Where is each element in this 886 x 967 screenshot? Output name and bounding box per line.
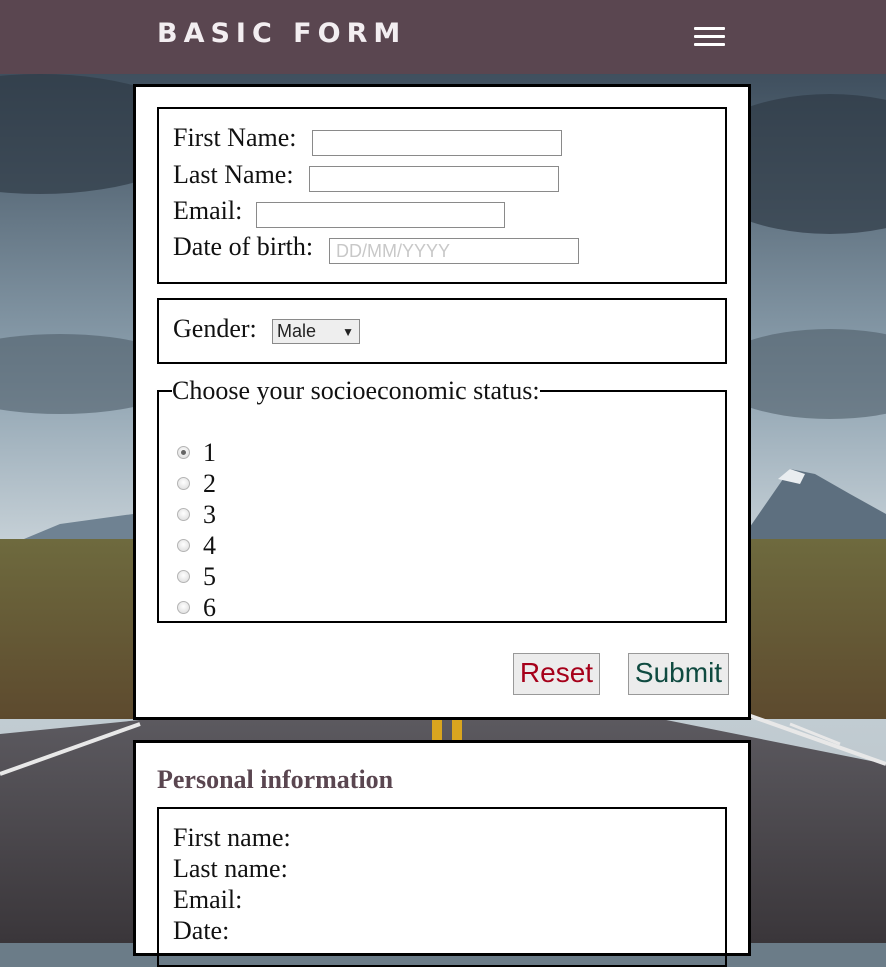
first-name-label: First Name:	[173, 123, 297, 152]
status-option-label: 3	[203, 500, 216, 529]
hamburger-menu-icon[interactable]	[694, 25, 726, 49]
gender-selected-value: Male	[277, 321, 317, 341]
info-email-label: Email:	[173, 885, 243, 914]
email-label: Email:	[173, 196, 243, 225]
date-of-birth-input[interactable]	[329, 238, 579, 264]
gender-label: Gender:	[173, 314, 257, 343]
gender-select[interactable]: Male ▼	[272, 319, 360, 344]
menu-bar-line	[694, 27, 725, 30]
top-navbar: BASIC FORM	[0, 0, 886, 74]
basic-form-card: First Name: Last Name: Email: Date of bi…	[133, 84, 751, 720]
menu-bar-line	[694, 43, 725, 46]
socioeconomic-status-legend: Choose your socioeconomic status:	[172, 376, 540, 405]
last-name-label: Last Name:	[173, 160, 294, 189]
status-option-label: 6	[203, 593, 216, 622]
radio-button[interactable]	[177, 446, 190, 459]
radio-button[interactable]	[177, 477, 190, 490]
info-last-name-label: Last name:	[173, 854, 288, 883]
gender-group: Gender: Male ▼	[157, 298, 727, 364]
info-first-name-label: First name:	[173, 823, 291, 852]
brand-title[interactable]: BASIC FORM	[157, 18, 406, 49]
reset-button[interactable]: Reset	[513, 653, 600, 695]
date-of-birth-label: Date of birth:	[173, 232, 314, 261]
menu-bar-line	[694, 35, 725, 38]
radio-button[interactable]	[177, 539, 190, 552]
radio-button[interactable]	[177, 601, 190, 614]
status-option-label: 4	[203, 531, 216, 560]
name-fields-group: First Name: Last Name: Email: Date of bi…	[157, 107, 727, 284]
personal-information-box: First name: Last name: Email: Date:	[157, 807, 727, 967]
last-name-input[interactable]	[309, 166, 559, 192]
first-name-input[interactable]	[312, 130, 562, 156]
status-option-label: 2	[203, 469, 216, 498]
socioeconomic-status-fieldset: Choose your socioeconomic status: 1 2 3 …	[157, 378, 727, 623]
info-date-label: Date:	[173, 916, 230, 945]
email-input[interactable]	[256, 202, 505, 228]
radio-button[interactable]	[177, 570, 190, 583]
radio-button[interactable]	[177, 508, 190, 521]
status-option-label: 5	[203, 562, 216, 591]
status-option-label: 1	[203, 438, 216, 467]
personal-information-title: Personal information	[157, 765, 394, 794]
personal-information-card: Personal information First name: Last na…	[133, 740, 751, 967]
submit-button[interactable]: Submit	[628, 653, 729, 695]
dropdown-arrow-icon: ▼	[342, 325, 354, 339]
